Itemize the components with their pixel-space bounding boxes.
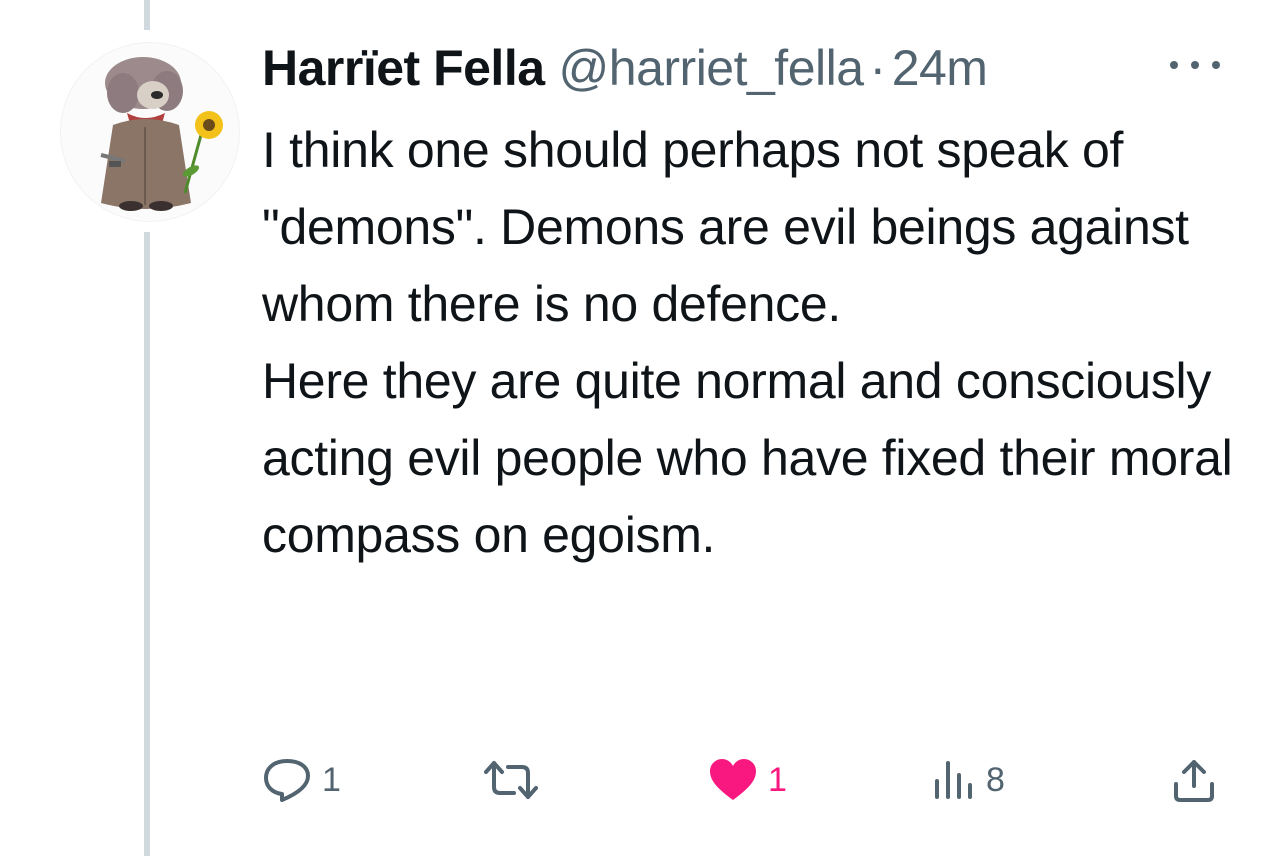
- tweet-paragraph: Here they are quite normal and conscious…: [262, 353, 1233, 563]
- separator-dot: ·: [869, 40, 887, 96]
- share-icon: [1174, 760, 1214, 802]
- thread-line-bottom: [144, 232, 150, 856]
- more-options-icon[interactable]: [1170, 50, 1220, 80]
- heart-icon: [710, 759, 756, 800]
- views-icon: [935, 761, 972, 799]
- views-count: 8: [986, 760, 1005, 799]
- more-dot: [1212, 61, 1220, 69]
- timestamp[interactable]: 24m: [892, 39, 988, 97]
- more-dot: [1191, 61, 1199, 69]
- share-button[interactable]: [1170, 750, 1218, 810]
- reply-icon: [264, 759, 310, 802]
- avatar-with-sunflower-icon: [100, 57, 223, 211]
- reply-count: 1: [322, 760, 341, 799]
- action-bar: 1 1 8: [262, 750, 1232, 810]
- views-button[interactable]: 8: [932, 750, 1005, 810]
- user-handle[interactable]: @harriet_fella: [559, 39, 865, 97]
- tweet-paragraph: I think one should perhaps not speak of …: [262, 122, 1189, 332]
- like-button[interactable]: 1: [708, 750, 787, 810]
- display-name[interactable]: Harrïet Fella: [262, 39, 545, 97]
- reply-button[interactable]: 1: [262, 750, 341, 810]
- tweet-text: I think one should perhaps not speak of …: [262, 112, 1252, 574]
- like-count: 1: [768, 760, 787, 799]
- retweet-icon: [484, 761, 538, 799]
- tweet[interactable]: Harrïet Fella @harriet_fella · 24m I thi…: [0, 0, 1284, 856]
- retweet-button[interactable]: [482, 750, 550, 810]
- more-dot: [1170, 61, 1178, 69]
- tweet-header: Harrïet Fella @harriet_fella · 24m: [262, 36, 988, 100]
- avatar[interactable]: [60, 42, 240, 222]
- thread-line-top: [144, 0, 150, 30]
